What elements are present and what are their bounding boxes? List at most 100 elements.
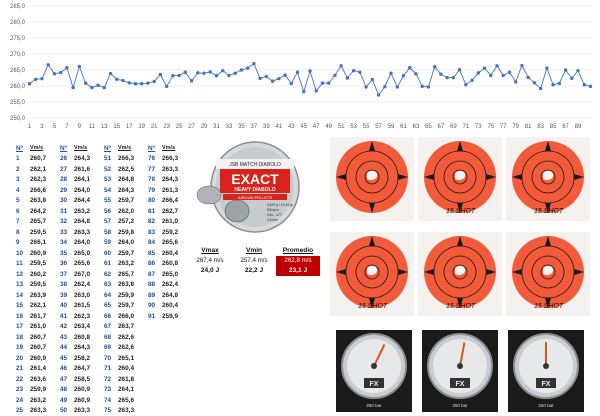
table-row: 71 260,4 [104, 364, 148, 375]
shot-velocity: 262,4 [162, 281, 178, 289]
data-point [233, 71, 237, 75]
table-row: 51 266,3 [104, 154, 148, 165]
header-num: Nº [60, 144, 67, 152]
shot-velocity: 263,2 [74, 207, 90, 215]
shot-velocity: 259,2 [162, 228, 178, 236]
data-point [557, 81, 562, 86]
y-tick-label: 285,0 [10, 4, 26, 10]
shot-number: 24 [16, 396, 24, 404]
table-row: 16 261,7 [16, 311, 60, 322]
shot-velocity: 259,5 [30, 228, 46, 236]
table-row: 53 264,8 [104, 175, 148, 186]
shot-number: 81 [148, 207, 156, 215]
table-row: 22 263,6 [16, 374, 60, 385]
shot-velocity: 263,6 [30, 375, 46, 383]
target-photo: 15 SHOT [506, 137, 590, 221]
shot-velocity: 259,5 [30, 281, 46, 289]
data-point [83, 81, 88, 85]
header-unit: Vm/s [118, 145, 132, 152]
shot-velocity: 263,8 [30, 197, 46, 205]
shot-number: 5 [16, 197, 20, 205]
data-point [90, 85, 94, 90]
data-point [507, 70, 512, 74]
vmax-speed: 267,4 m/s [196, 257, 224, 264]
x-tick-label: 89 [575, 124, 582, 130]
shot-number: 31 [60, 207, 68, 215]
table-row: 20 260,9 [16, 353, 60, 364]
table-row: 90 260,4 [148, 301, 192, 312]
table-row: 91 259,9 [148, 311, 192, 322]
shot-velocity: 260,7 [30, 344, 46, 352]
shot-number: 68 [104, 333, 112, 341]
shot-number: 20 [16, 354, 24, 362]
table-row: 25 263,3 [16, 406, 60, 416]
table-row: 15 262,1 [16, 301, 60, 312]
shot-velocity: 264,3 [74, 344, 90, 352]
shot-number: 36 [60, 260, 68, 268]
shot-number: 67 [104, 323, 112, 331]
table-row: 30 264,4 [60, 196, 104, 207]
table-row: 75 263,3 [104, 406, 148, 416]
table-row: 60 259,7 [104, 248, 148, 259]
data-point [140, 82, 144, 86]
chart-gridlines [28, 5, 592, 119]
shot-number: 89 [148, 291, 156, 299]
x-tick-label: 27 [188, 124, 195, 130]
x-tick-label: 31 [213, 124, 220, 130]
table-row: 78 264,3 [148, 175, 192, 186]
x-tick-label: 67 [438, 124, 445, 130]
y-tick-label: 275,0 [10, 36, 26, 42]
shot-velocity: 261,4 [30, 365, 46, 373]
average-label: Promedio [276, 246, 320, 256]
shot-number: 23 [16, 386, 24, 394]
shot-number: 86 [148, 260, 156, 268]
shot-velocity: 259,5 [30, 260, 46, 268]
table-row: 9 266,1 [16, 238, 60, 249]
data-point [414, 72, 418, 76]
table-row: 80 266,4 [148, 196, 192, 207]
shot-number: 13 [16, 281, 24, 289]
table-row: 35 265,0 [60, 248, 104, 259]
data-point [77, 64, 82, 69]
shot-velocity: 265,1 [118, 354, 134, 362]
data-point [327, 81, 331, 85]
data-point [264, 74, 269, 79]
shot-velocity: 264,8 [74, 218, 90, 226]
shot-number: 73 [104, 386, 112, 394]
data-point [158, 72, 163, 77]
data-point [489, 73, 493, 78]
data-point [108, 71, 113, 76]
vmin-energy: 22,2 J [244, 267, 264, 274]
shot-number: 35 [60, 249, 68, 257]
table-row: 48 260,9 [60, 385, 104, 396]
table-row: 3 262,3 [16, 175, 60, 186]
average-speed: 262,8 m/s [284, 257, 312, 264]
shot-velocity: 264,3 [118, 186, 134, 194]
shot-number: 41 [60, 312, 68, 320]
shot-velocity: 259,9 [118, 291, 134, 299]
series-line [29, 62, 591, 96]
x-tick-label: 33 [226, 124, 233, 130]
data-point [582, 83, 586, 87]
data-point [439, 72, 443, 76]
shot-velocity: 263,7 [118, 323, 134, 331]
data-point [376, 93, 381, 97]
data-point [401, 74, 406, 78]
shot-velocity: 261,7 [30, 312, 46, 320]
shot-number: 15 [16, 302, 24, 310]
shot-number: 71 [104, 365, 112, 373]
shot-velocity: 266,3 [118, 155, 134, 163]
gauge-scale-label: 250 bar [366, 403, 382, 408]
data-point [588, 84, 593, 89]
shot-velocity: 266,6 [30, 186, 46, 194]
data-point [214, 74, 219, 78]
shot-number: 51 [104, 155, 112, 163]
table-row: 63 263,8 [104, 280, 148, 291]
shot-number: 75 [104, 407, 112, 415]
table-row: 33 263,3 [60, 227, 104, 238]
data-point [570, 76, 574, 81]
shot-number: 58 [104, 228, 112, 236]
y-tick-label: 280,0 [10, 20, 26, 26]
shot-velocity: 260,9 [30, 249, 46, 257]
table-row: 23 259,9 [16, 385, 60, 396]
